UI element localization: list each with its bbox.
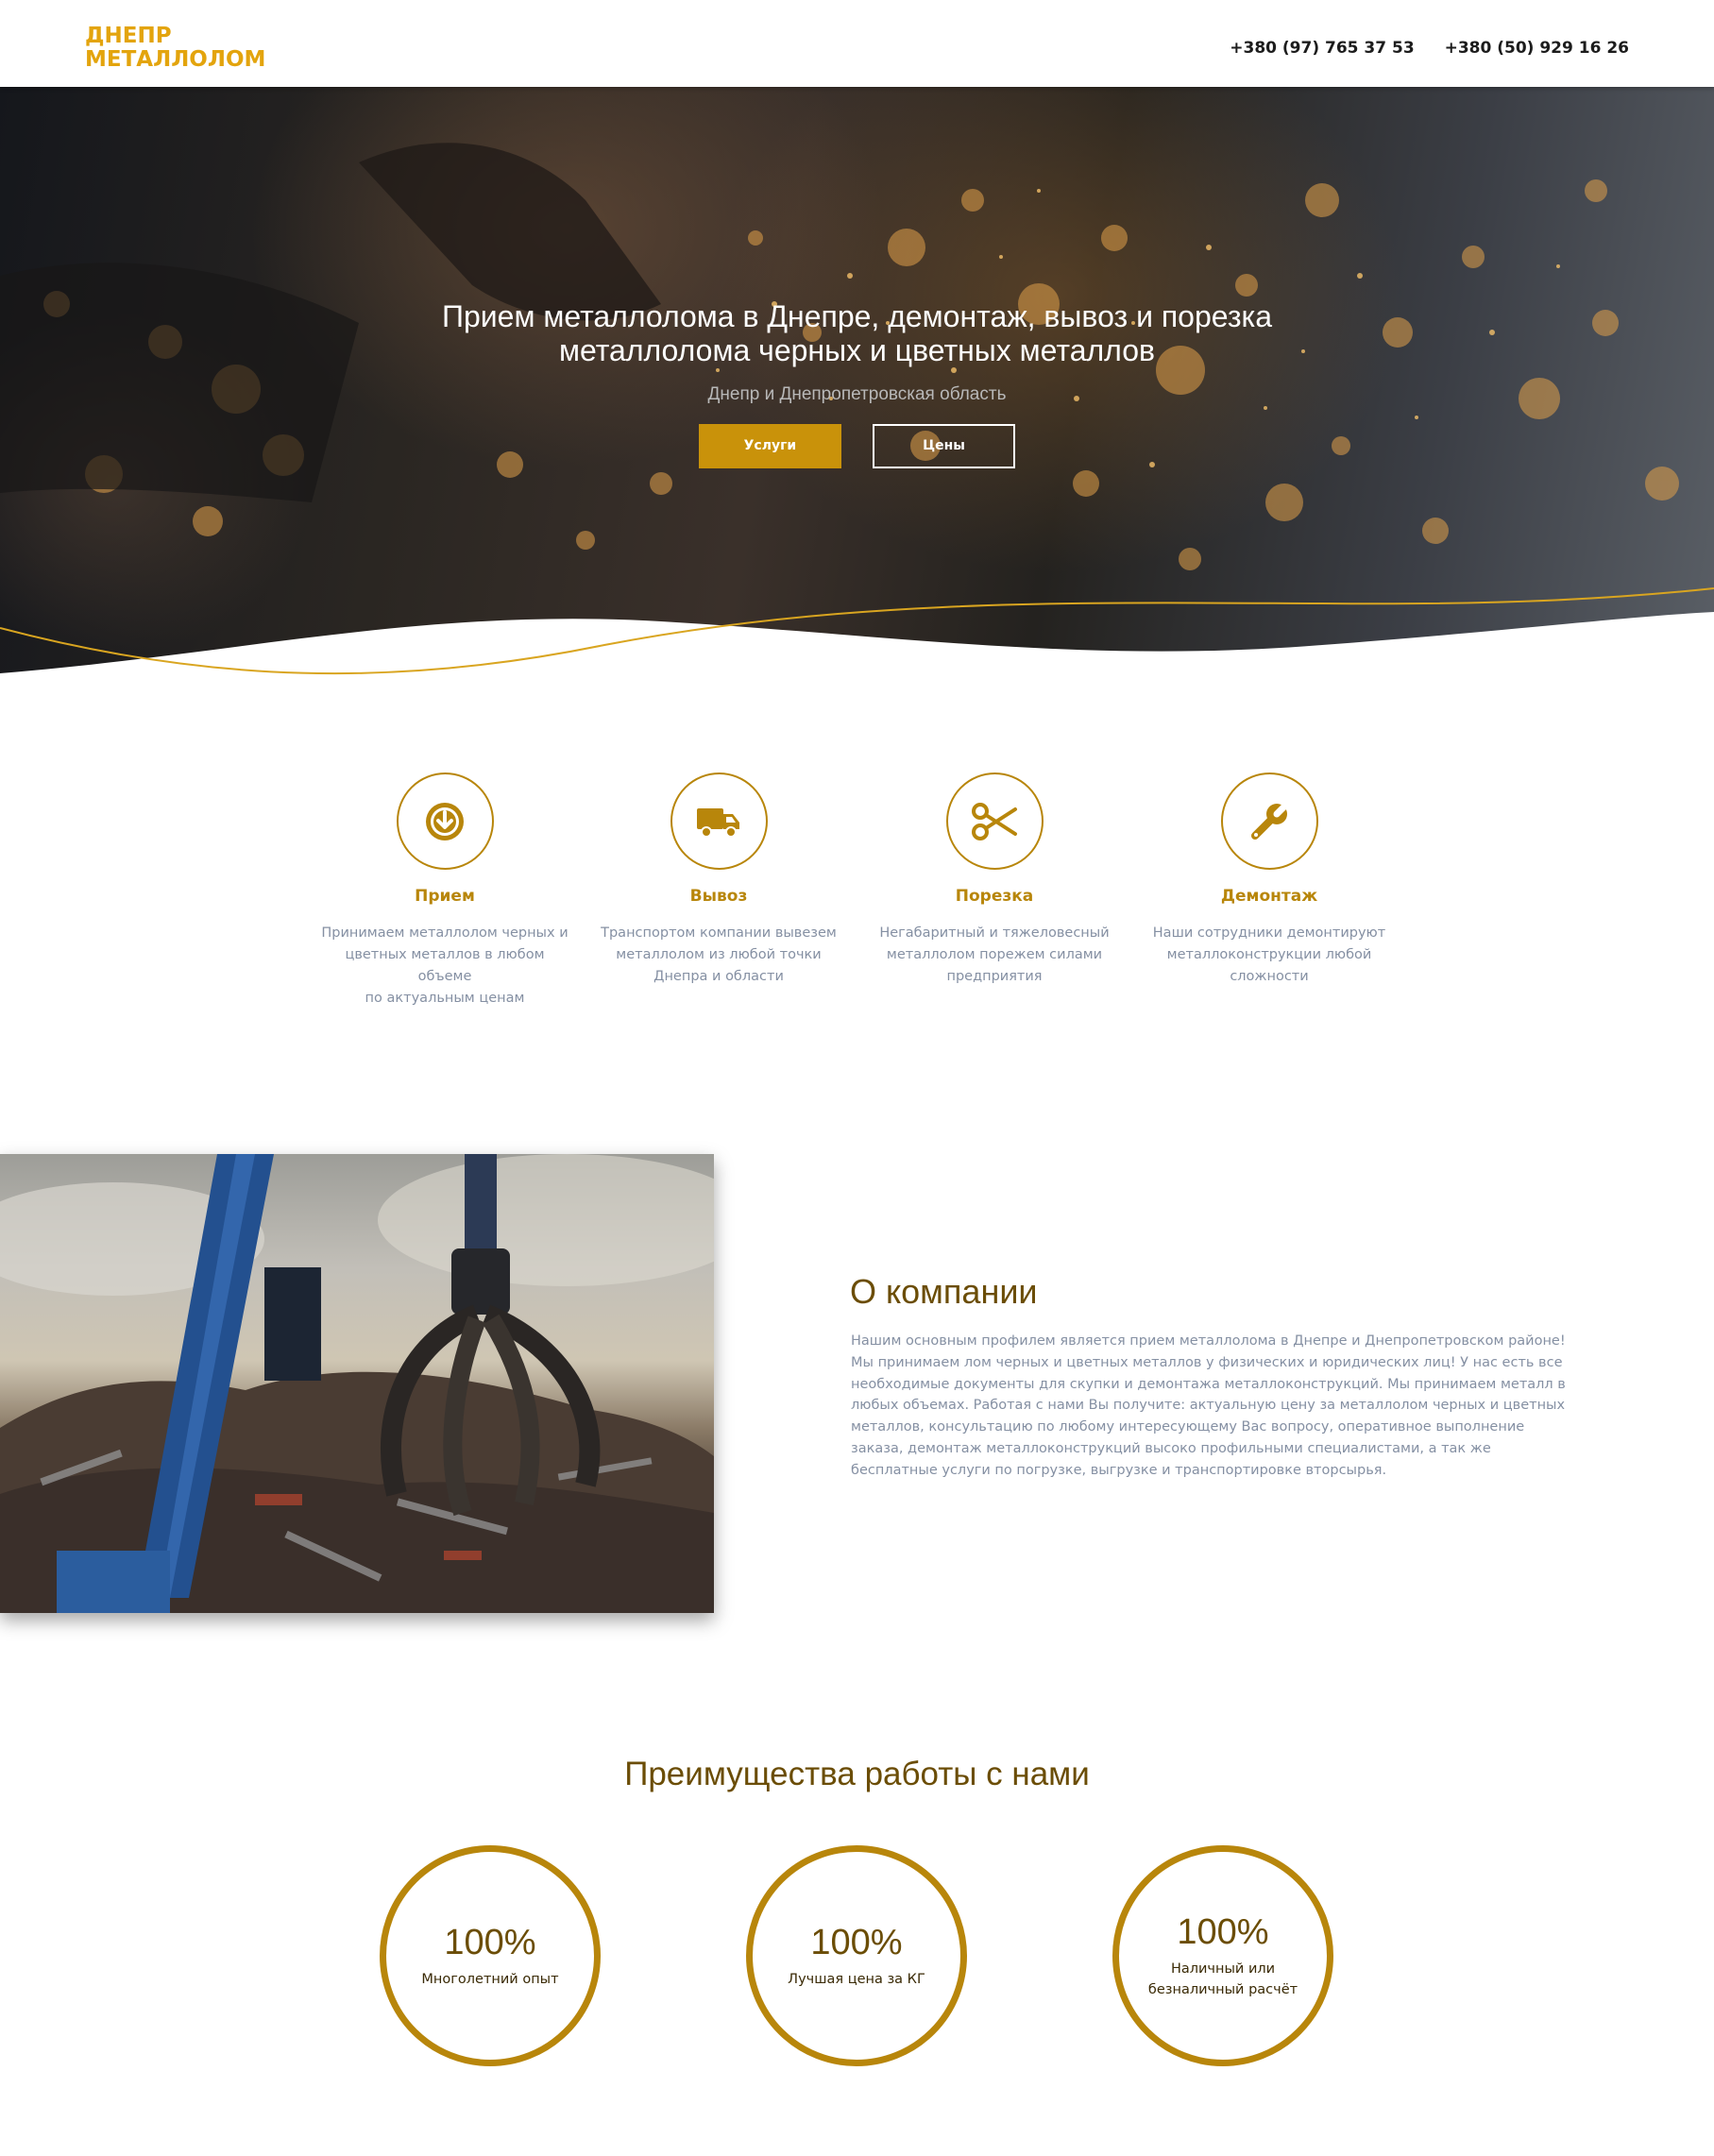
service-desc-line: сложности bbox=[1230, 969, 1309, 984]
service-icon-circle bbox=[1220, 772, 1318, 870]
service-desc-line: Принимаем металлолом черных и bbox=[321, 925, 569, 941]
advantage-price: 100% Лучшая цена за КГ bbox=[746, 1845, 967, 2066]
hero-content: Прием металлолома в Днепре, демонтаж, вы… bbox=[0, 299, 1714, 468]
service-desc-line: Наши сотрудники демонтируют bbox=[1152, 925, 1386, 941]
service-title: Прием bbox=[415, 887, 475, 906]
logo-line1: ДНЕПР bbox=[85, 24, 172, 48]
service-description: Транспортом компании вывезем металлолом … bbox=[595, 923, 842, 988]
about-title: О компании bbox=[850, 1272, 1038, 1311]
scrap-grapple-illustration bbox=[0, 1154, 714, 1613]
advantage-experience: 100% Многолетний опыт bbox=[380, 1845, 601, 2066]
service-priem[interactable]: Прием Принимаем металлолом черных и цвет… bbox=[321, 772, 569, 1010]
service-desc-line: металлолом из любой точки bbox=[616, 947, 822, 962]
service-icon-circle bbox=[396, 772, 494, 870]
logo[interactable]: ДНЕПР МЕТАЛЛОЛОМ bbox=[85, 25, 265, 72]
service-title: Демонтаж bbox=[1220, 887, 1318, 906]
prices-button[interactable]: Цены bbox=[873, 424, 1016, 468]
hero-subtitle: Днепр и Днепропетровская область bbox=[707, 384, 1007, 404]
advantages-title: Преимущества работы с нами bbox=[624, 1756, 1090, 1792]
advantage-value: 100% bbox=[1177, 1911, 1269, 1952]
service-desc-line: Транспортом компании вывезем bbox=[601, 925, 837, 941]
advantage-label: Наличный или безналичный расчёт bbox=[1148, 1959, 1298, 2000]
header-phones: +380 (97) 765 37 53 +380 (50) 929 16 26 bbox=[1205, 39, 1629, 58]
wrench-icon bbox=[1251, 799, 1291, 840]
advantage-label: Лучшая цена за КГ bbox=[788, 1969, 925, 1990]
phone-link-1[interactable]: +380 (97) 765 37 53 bbox=[1230, 39, 1414, 58]
about-image bbox=[0, 1154, 714, 1613]
advantage-value: 100% bbox=[810, 1922, 903, 1962]
advantage-label-line: Многолетний опыт bbox=[421, 1971, 559, 1987]
service-title: Порезка bbox=[955, 887, 1034, 906]
service-porezka[interactable]: Порезка Негабаритный и тяжеловесный мета… bbox=[871, 772, 1118, 988]
service-desc-line: цветных металлов в любом bbox=[345, 947, 545, 962]
service-demontazh[interactable]: Демонтаж Наши сотрудники демонтируют мет… bbox=[1145, 772, 1393, 988]
advantage-label-line: безналичный расчёт bbox=[1147, 1981, 1298, 1997]
about-text: Нашим основным профилем является прием м… bbox=[851, 1333, 1566, 1478]
download-circle-icon bbox=[426, 802, 464, 840]
service-description: Наши сотрудники демонтируют металлоконст… bbox=[1145, 923, 1393, 988]
logo-line2: МЕТАЛЛОЛОМ bbox=[85, 47, 266, 72]
hero-section: Прием металлолома в Днепре, демонтаж, вы… bbox=[0, 87, 1714, 701]
hero-buttons: Услуги Цены bbox=[0, 424, 1714, 468]
service-icon-circle bbox=[670, 772, 768, 870]
hero-wave-divider bbox=[0, 587, 1714, 701]
advantage-label-line: Наличный или bbox=[1170, 1961, 1276, 1977]
service-desc-line: по актуальным ценам bbox=[365, 991, 525, 1006]
phone-link-2[interactable]: +380 (50) 929 16 26 bbox=[1445, 39, 1629, 58]
service-desc-line: предприятия bbox=[946, 969, 1043, 984]
service-icon-circle bbox=[945, 772, 1044, 870]
service-description: Негабаритный и тяжеловесный металлолом п… bbox=[871, 923, 1118, 988]
scissors-icon bbox=[972, 802, 1017, 840]
service-desc-line: объеме bbox=[417, 969, 472, 984]
advantage-value: 100% bbox=[444, 1922, 536, 1962]
service-desc-line: Негабаритный и тяжеловесный bbox=[879, 925, 1110, 941]
service-vyvoz[interactable]: Вывоз Транспортом компании вывезем метал… bbox=[595, 772, 842, 988]
hero-title: Прием металлолома в Днепре, демонтаж, вы… bbox=[441, 299, 1273, 367]
advantage-payment: 100% Наличный или безналичный расчёт bbox=[1112, 1845, 1333, 2066]
service-desc-line: металлоконструкции любой bbox=[1166, 947, 1372, 962]
service-description: Принимаем металлолом черных и цветных ме… bbox=[321, 923, 569, 1010]
service-desc-line: металлолом порежем силами bbox=[886, 947, 1103, 962]
services-button[interactable]: Услуги bbox=[698, 424, 841, 468]
advantage-label-line: Лучшая цена за КГ bbox=[788, 1971, 925, 1987]
site-header: ДНЕПР МЕТАЛЛОЛОМ +380 (97) 765 37 53 +38… bbox=[0, 0, 1714, 87]
service-desc-line: Днепра и области bbox=[653, 969, 784, 984]
truck-icon bbox=[697, 807, 739, 838]
advantage-label: Многолетний опыт bbox=[421, 1969, 558, 1990]
service-title: Вывоз bbox=[689, 887, 748, 906]
